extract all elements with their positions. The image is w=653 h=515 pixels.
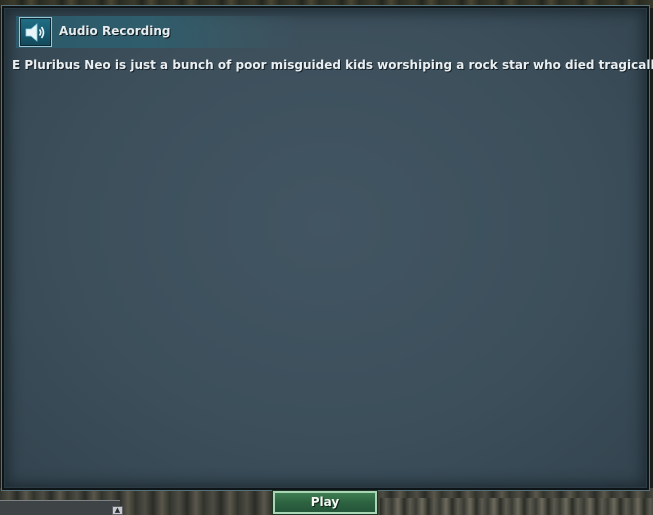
speaker-icon xyxy=(19,17,52,47)
audio-recording-panel: Audio Recording E Pluribus Neo is just a… xyxy=(1,5,653,491)
scroll-up-arrow-icon[interactable]: ▲ xyxy=(112,506,123,515)
recording-transcript: E Pluribus Neo is just a bunch of poor m… xyxy=(12,58,653,72)
dialog-title: Audio Recording xyxy=(59,24,171,38)
play-button[interactable]: Play xyxy=(272,490,378,515)
background-chat-area xyxy=(0,500,120,515)
background-scenery-right xyxy=(380,498,653,515)
